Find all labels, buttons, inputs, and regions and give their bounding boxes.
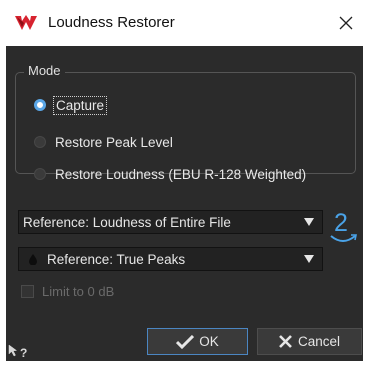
reference-loudness-value: Reference: Loudness of Entire File (23, 214, 231, 230)
cancel-button[interactable]: Cancel (257, 328, 362, 355)
reference-peaks-value: Reference: True Peaks (47, 251, 186, 267)
limit-checkbox[interactable] (21, 285, 34, 298)
chevron-down-icon (304, 255, 314, 263)
window-title: Loudness Restorer (48, 14, 175, 31)
limit-checkbox-label: Limit to 0 dB (42, 284, 115, 299)
reference-peaks-dropdown[interactable]: Reference: True Peaks (18, 247, 323, 271)
close-icon (339, 16, 353, 30)
cancel-label: Cancel (297, 334, 341, 349)
radio-capture-label: Capture (52, 95, 108, 115)
cancel-x-icon (279, 335, 292, 348)
dialog-body: Mode Capture Restore Peak Level Restore … (6, 46, 363, 361)
radio-unchecked-icon (34, 136, 46, 148)
radio-checked-icon (34, 99, 46, 111)
radio-restore-peak-level[interactable]: Restore Peak Level (34, 132, 173, 152)
checkmark-icon (176, 334, 195, 349)
step-badge: 2 (329, 209, 357, 253)
drop-icon (29, 253, 37, 265)
mode-group-label: Mode (24, 63, 65, 78)
title-bar: Loudness Restorer (0, 0, 369, 46)
help-cursor-icon[interactable]: ? (7, 343, 29, 366)
chevron-down-icon (304, 218, 314, 226)
ok-button[interactable]: OK (147, 328, 248, 355)
app-logo-icon (14, 13, 38, 33)
mode-group (15, 72, 356, 174)
close-button[interactable] (323, 0, 369, 46)
ok-label: OK (199, 334, 219, 349)
radio-restore-peak-label: Restore Peak Level (55, 134, 173, 150)
reference-loudness-dropdown[interactable]: Reference: Loudness of Entire File (18, 210, 323, 234)
radio-restore-loudness[interactable]: Restore Loudness (EBU R-128 Weighted) (34, 164, 306, 184)
radio-restore-loudness-label: Restore Loudness (EBU R-128 Weighted) (55, 166, 307, 182)
radio-unchecked-icon (34, 168, 46, 180)
curved-arrow-icon (330, 234, 357, 242)
radio-capture[interactable]: Capture (34, 95, 108, 115)
limit-checkbox-row[interactable]: Limit to 0 dB (21, 284, 114, 299)
help-glyph: ? (20, 346, 28, 360)
